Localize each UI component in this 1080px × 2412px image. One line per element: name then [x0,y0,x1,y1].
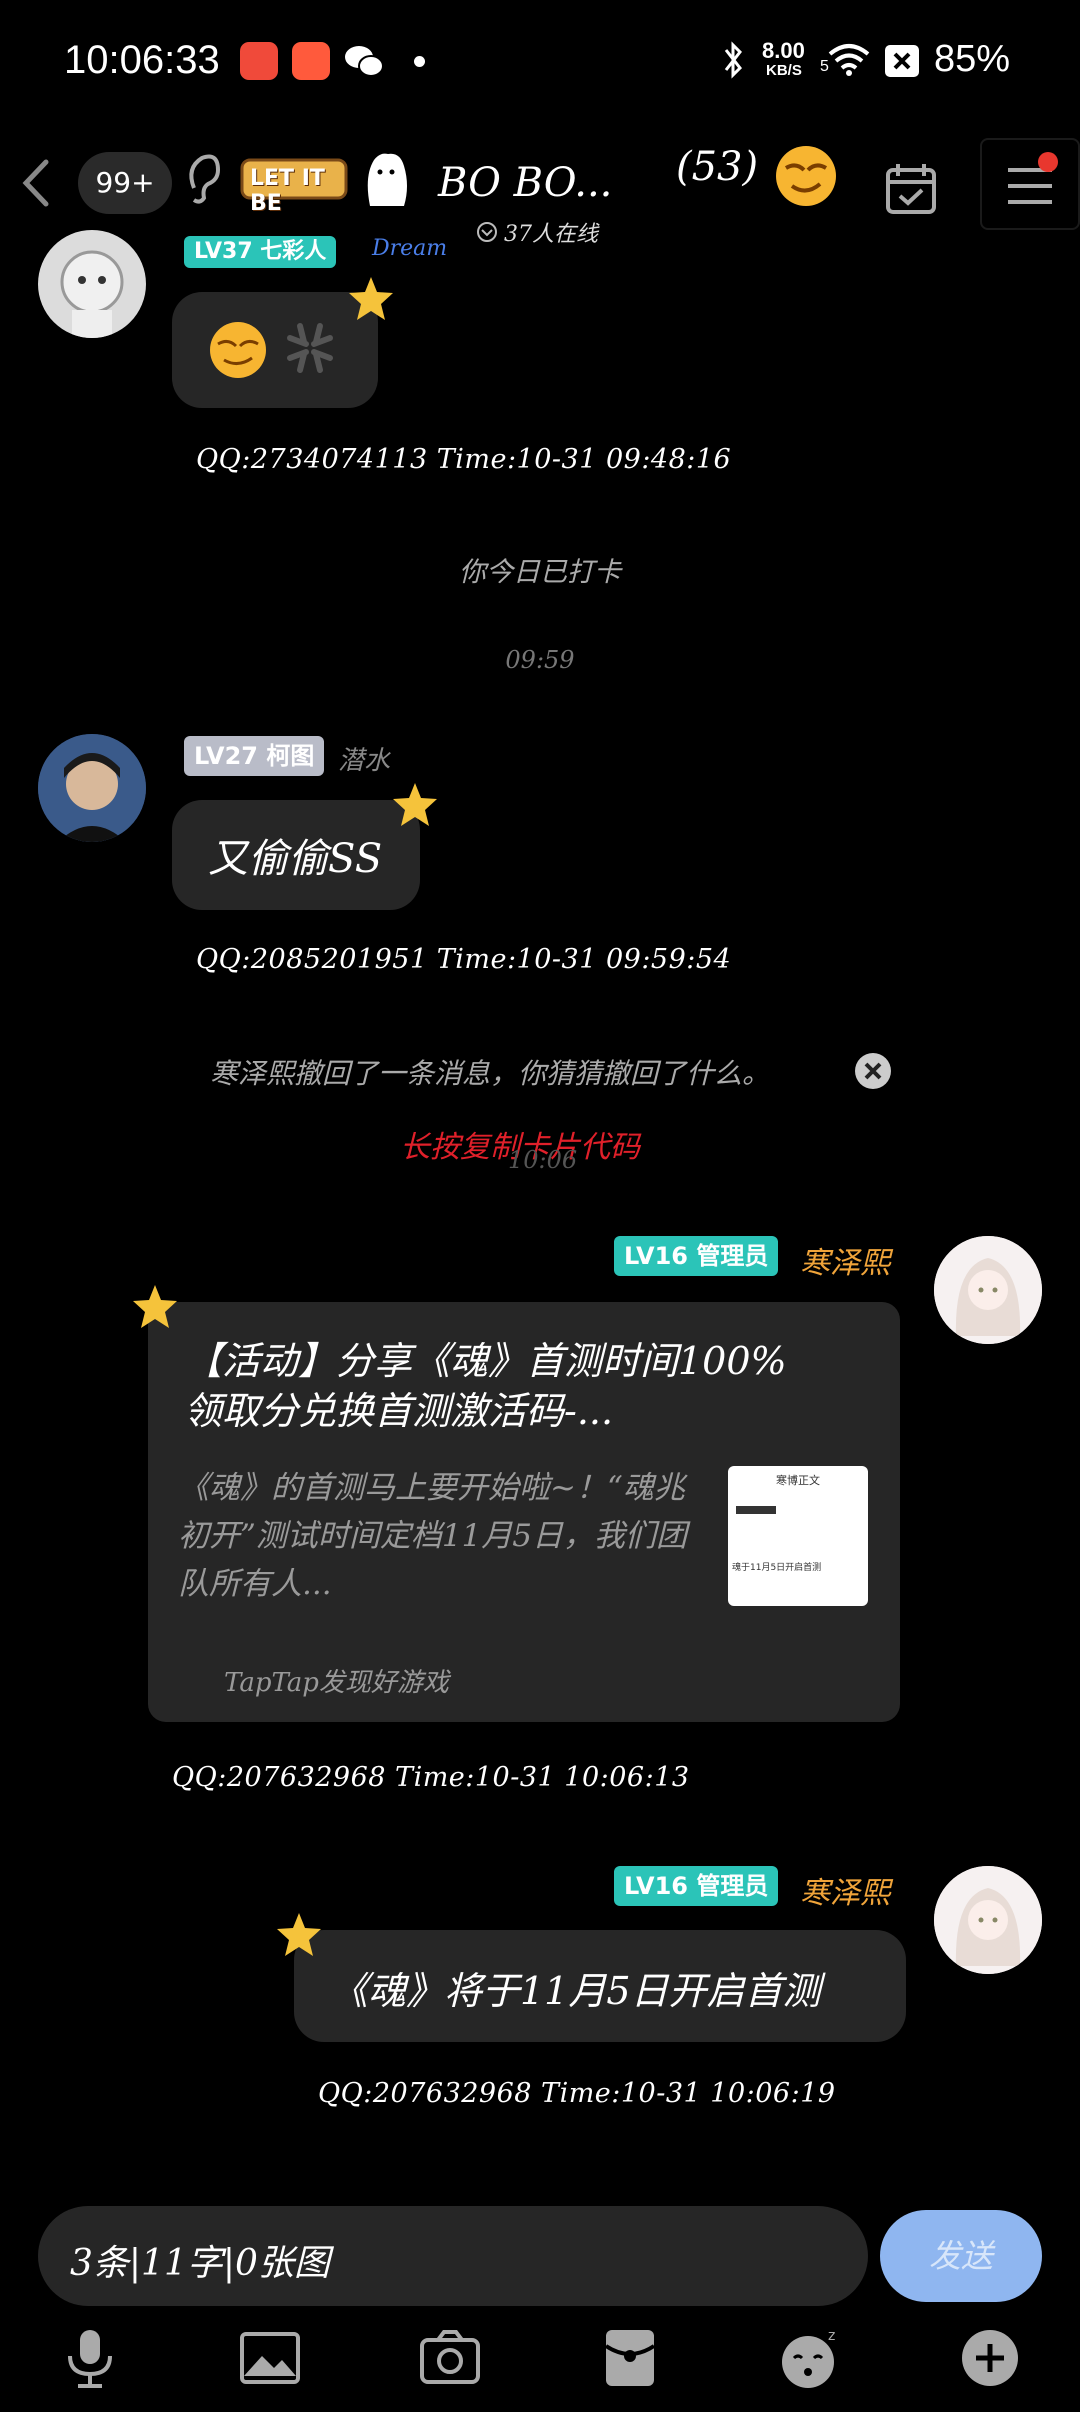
anger-icon [287,323,333,373]
input-value: 3条|11字|0张图 [70,2243,330,2284]
wifi-icon [828,44,870,76]
bluetooth-icon [724,41,742,79]
let-it-be-sticker: LET IT BE [238,146,350,216]
card-source: TapTap发现好游戏 [224,1668,449,1698]
back-arrow-icon[interactable] [14,154,58,212]
card-thumbnail: 寒博正文 魂于11月5日开启首测 [728,1466,868,1606]
battery-level: 85% [934,38,1011,80]
star-icon [393,783,437,826]
timestamp-divider: 10:06 [508,1146,578,1174]
avatar-person[interactable] [38,734,146,842]
share-card[interactable]: 【活动】分享《魂》首测时间100%领取分兑换首测激活码-... 《魂》的首测马上… [148,1302,900,1722]
thumbnail-bar [736,1506,776,1514]
smile-emoji-icon [210,322,266,378]
sticker-text: LET IT BE [250,166,325,216]
message-text: 又偷偷SS [208,836,383,882]
image-icon[interactable] [238,2326,302,2390]
video-app-icon [292,42,330,80]
message-bubble[interactable]: 又偷偷SS [172,800,420,910]
timestamp-divider: 09:59 [505,646,575,674]
red-packet-icon[interactable] [598,2326,662,2390]
wechat-icon [345,46,384,77]
svg-text:z: z [828,2328,835,2344]
ear-icon[interactable] [180,148,226,208]
net-speed-value: 8.00 [762,38,805,63]
sender-name[interactable]: 寒泽熙 [800,1868,890,1912]
card-description: 《魂》的首测马上要开始啦~！“魂兆初开”测试时间定档11月5日，我们团队所有人.… [178,1470,688,1602]
star-icon [349,277,393,320]
level-badge: LV16 管理员 [614,1866,779,1906]
net-speed-unit: KB/S [766,62,802,79]
menu-button[interactable] [980,138,1080,230]
game-app-icon [240,42,278,80]
chat-title[interactable]: BO BO... [438,160,612,206]
notification-dot [414,56,425,67]
avatar-anime-girl[interactable] [934,1236,1042,1344]
sleepy-emoji-icon[interactable]: z [778,2326,842,2390]
status-time: 10:06:33 [64,38,220,82]
chat-header: 99+ LET IT BE BO BO... 37人在线 (53) [0,124,1080,247]
online-count-text: 37人在线 [504,222,598,247]
star-icon [277,1913,321,1956]
online-count: 37人在线 [476,216,598,248]
status-bar: 10:06:33 8.00 KB/S 5 85% [0,0,1080,124]
member-count: (53) [676,144,759,190]
avatar-anime-girl[interactable] [934,1866,1042,1974]
microphone-icon[interactable] [58,2326,122,2390]
camera-icon[interactable] [418,2326,482,2390]
unread-count-badge[interactable]: 99+ [78,152,172,214]
message-text: 《魂》将于11月5日开启首测 [330,1969,821,2013]
message-meta: QQ:2085201951 Time:10-31 09:59:54 [196,944,732,975]
level-badge: LV16 管理员 [614,1236,779,1276]
message-meta: QQ:207632968 Time:10-31 10:06:19 [318,2078,836,2109]
avatar-astronaut[interactable] [38,230,146,338]
message-input[interactable]: 3条|11字|0张图 [38,2206,868,2306]
recall-notice: 寒泽熙撤回了一条消息，你猜猜撤回了什么。 [210,1057,771,1090]
checkin-notice: 你今日已打卡 [459,557,621,588]
calendar-check-icon[interactable] [882,160,940,218]
message-meta: QQ:207632968 Time:10-31 10:06:13 [172,1762,690,1793]
level-badge: LV27 柯图 [184,736,325,776]
card-title: 【活动】分享《魂》首测时间100%领取分兑换首测激活码-... [184,1339,787,1433]
thumbnail-line: 魂于11月5日开启首测 [732,1563,822,1573]
thumbnail-title: 寒博正文 [776,1474,820,1487]
level-badge: LV37 七彩人 [184,236,337,268]
sender-name[interactable]: 寒泽熙 [800,1238,890,1282]
sim-x-icon [885,45,919,77]
plus-circle-icon[interactable] [958,2326,1022,2390]
close-icon[interactable] [854,1052,892,1090]
notification-red-dot [1038,152,1058,172]
chevron-down-icon [477,222,497,242]
bear-sticker [367,153,407,206]
message-bubble[interactable]: 《魂》将于11月5日开启首测 [294,1930,906,2042]
star-icon [133,1285,177,1328]
name-hint: Dream [372,236,448,261]
smug-emoji-icon [776,146,836,206]
sender-name[interactable]: 潜水 [338,740,390,777]
send-button[interactable]: 发送 [880,2210,1042,2302]
message-meta: QQ:2734074113 Time:10-31 09:48:16 [196,444,732,475]
